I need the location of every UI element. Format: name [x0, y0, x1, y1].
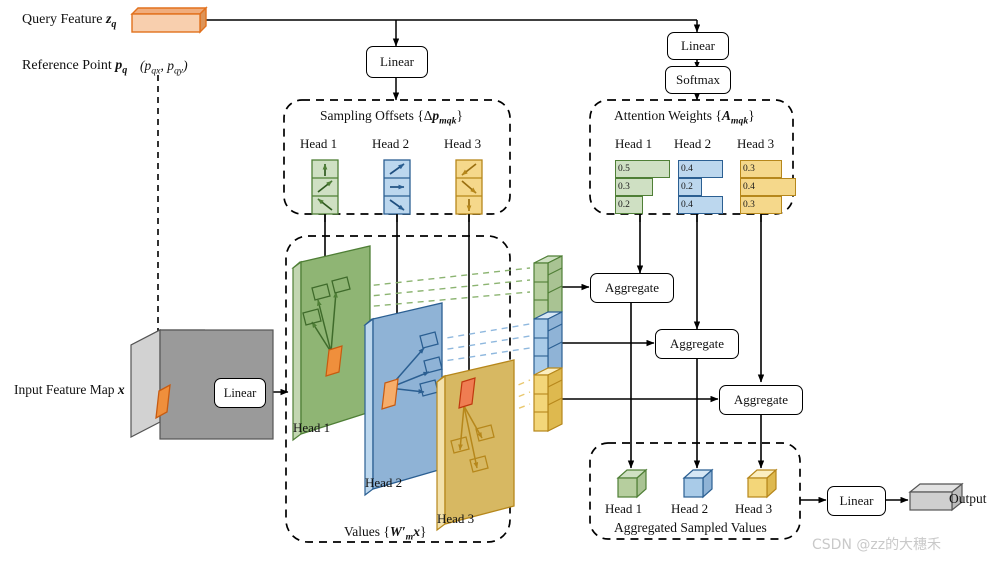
aggregated-values-title: Aggregated Sampled Values — [614, 520, 767, 536]
head-label-text: Head 3 — [735, 501, 773, 516]
weight-bar: 0.2 — [615, 196, 643, 214]
title-subscript: mqk — [730, 115, 749, 127]
head-label-text: Head 1 — [615, 136, 653, 151]
head-label-text: Head 1 — [605, 501, 643, 516]
coords-close: ) — [183, 58, 188, 73]
linear-label: Linear — [223, 385, 257, 400]
offsets-head-1-label: Head 1 — [300, 136, 337, 152]
reference-point-coords: (pqx, pqy) — [140, 58, 188, 77]
title-end: } — [456, 108, 463, 123]
attention-head-3-label: Head 3 — [737, 136, 774, 152]
offset-cells-head-2 — [383, 159, 411, 215]
weight-value: 0.3 — [618, 182, 630, 192]
aggregate-box-head-3[interactable]: Aggregate — [719, 385, 803, 415]
values-title: Values {W′mx} — [344, 524, 426, 543]
values-head-1-label: Head 1 — [293, 420, 330, 436]
offsets-head-3-label: Head 3 — [444, 136, 481, 152]
weight-bar: 0.4 — [740, 178, 796, 196]
title-text: Sampling Offsets {Δ — [320, 108, 433, 123]
values-head-2-label: Head 2 — [365, 475, 402, 491]
head-label-text: Head 3 — [444, 136, 482, 151]
watermark: CSDN @zz的大穗禾 — [812, 534, 941, 554]
aggregate-label: Aggregate — [669, 336, 725, 351]
attention-head-2-label: Head 2 — [674, 136, 711, 152]
weight-bar: 0.3 — [615, 178, 653, 196]
watermark-text: CSDN @zz的大穗禾 — [812, 537, 942, 553]
offsets-head-2-label: Head 2 — [372, 136, 409, 152]
title-symbol: A — [721, 108, 731, 123]
input-feature-map-symbol: x — [117, 382, 125, 397]
weight-value: 0.3 — [743, 200, 755, 210]
attention-head-1-label: Head 1 — [615, 136, 652, 152]
head-label-text: Head 1 — [293, 420, 331, 435]
title-text: Aggregated Sampled Values — [614, 520, 767, 535]
weight-value: 0.5 — [618, 164, 630, 174]
head-label-text: Head 3 — [737, 136, 775, 151]
head-label-text: Head 2 — [674, 136, 712, 151]
reference-point-subscript: q — [122, 64, 128, 76]
aggregated-head-3-label: Head 3 — [735, 501, 772, 517]
weight-bar: 0.4 — [678, 160, 723, 178]
output-text: Output — [949, 491, 987, 506]
weight-bar: 0.3 — [740, 160, 782, 178]
coords-open: (p — [140, 58, 152, 73]
title-subscript: mqk — [439, 115, 457, 127]
diagram-canvas: 0.5 0.3 0.2 0.4 0.2 0.4 0.3 0.4 0.3 Line… — [0, 0, 1000, 565]
attention-weights-title: Attention Weights {Amqk} — [614, 108, 755, 127]
head-label-text: Head 3 — [437, 511, 475, 526]
weight-bar: 0.4 — [678, 196, 723, 214]
linear-values-box[interactable]: Linear — [214, 378, 266, 408]
title-end: } — [748, 108, 755, 123]
weight-bar: 0.5 — [615, 160, 670, 178]
linear-label: Linear — [839, 493, 874, 508]
linear-attention-box[interactable]: Linear — [667, 32, 729, 60]
head-label-text: Head 2 — [372, 136, 410, 151]
input-feature-map-text: Input Feature Map — [14, 382, 115, 397]
input-feature-map-label: Input Feature Map x — [14, 382, 125, 398]
aggregated-head-1-label: Head 1 — [605, 501, 642, 517]
linear-label: Linear — [380, 54, 414, 69]
title-symbol: W — [389, 524, 402, 539]
reference-point-text: Reference Point — [22, 58, 112, 73]
weight-value: 0.4 — [743, 182, 755, 192]
linear-offsets-box[interactable]: Linear — [366, 46, 428, 78]
aggregate-box-head-2[interactable]: Aggregate — [655, 329, 739, 359]
softmax-box[interactable]: Softmax — [665, 66, 731, 94]
aggregate-label: Aggregate — [733, 392, 789, 407]
weight-bar: 0.3 — [740, 196, 782, 214]
query-feature-subscript: q — [111, 18, 117, 30]
values-head-3-label: Head 3 — [437, 511, 474, 527]
head-label-text: Head 1 — [300, 136, 338, 151]
aggregate-box-head-1[interactable]: Aggregate — [590, 273, 674, 303]
aggregate-label: Aggregate — [604, 280, 660, 295]
linear-label: Linear — [681, 38, 715, 53]
weight-bar: 0.2 — [678, 178, 702, 196]
weight-value: 0.2 — [681, 182, 693, 192]
weight-value: 0.4 — [681, 200, 693, 210]
softmax-label: Softmax — [675, 72, 721, 87]
output-label: Output — [949, 491, 987, 507]
coords-sub-y: qy — [173, 65, 184, 77]
offset-cells-layer — [311, 159, 762, 222]
head-label-text: Head 2 — [671, 501, 709, 516]
query-feature-label: Query Feature zq — [22, 12, 116, 30]
title-end: } — [419, 524, 427, 539]
coords-mid: , p — [160, 58, 174, 73]
weight-value: 0.4 — [681, 164, 693, 174]
linear-output-box[interactable]: Linear — [827, 486, 886, 516]
offset-cells-head-3 — [455, 159, 483, 215]
title-text: Values { — [344, 524, 390, 539]
aggregated-head-2-label: Head 2 — [671, 501, 708, 517]
weight-value: 0.3 — [743, 164, 755, 174]
sampling-offsets-title: Sampling Offsets {Δpmqk} — [320, 108, 463, 127]
reference-point-label: Reference Point pq — [22, 58, 127, 76]
title-text: Attention Weights { — [614, 108, 722, 123]
title-symbol-2: x — [413, 524, 420, 539]
weight-value: 0.2 — [618, 200, 630, 210]
query-feature-text: Query Feature — [22, 12, 103, 27]
offset-cells-head-1 — [311, 159, 339, 215]
head-label-text: Head 2 — [365, 475, 403, 490]
